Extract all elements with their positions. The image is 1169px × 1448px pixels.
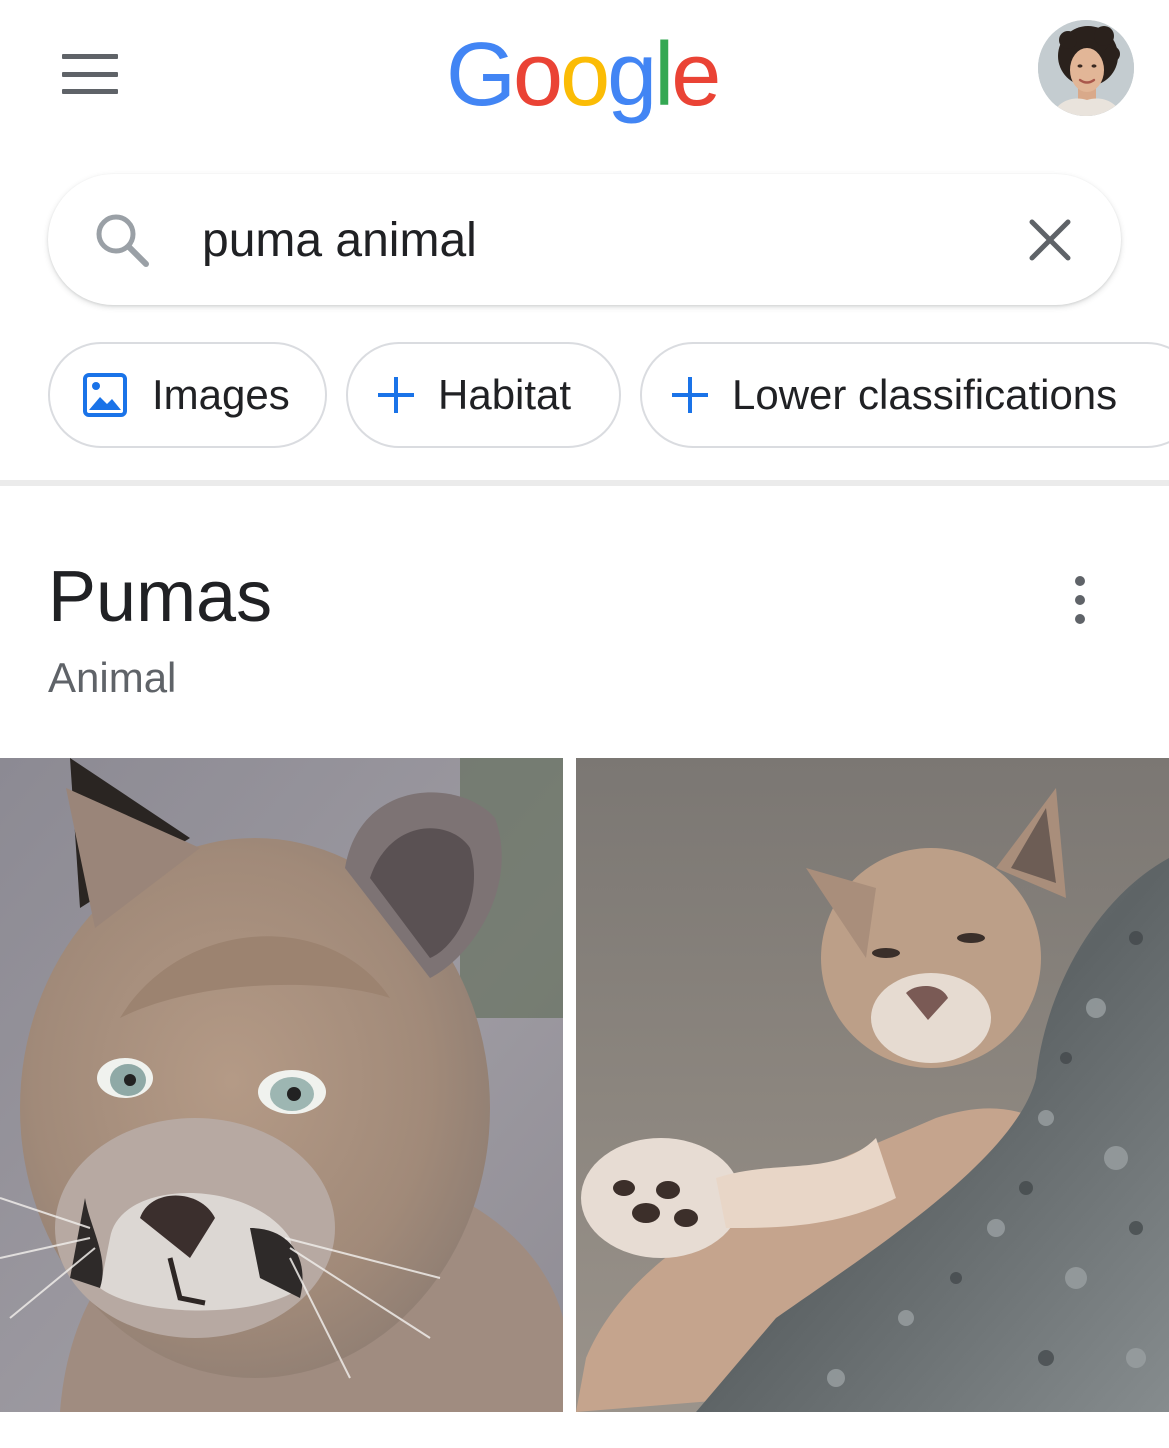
hamburger-menu-icon[interactable]	[62, 54, 118, 94]
logo-letter: e	[671, 25, 721, 125]
logo-letter: G	[446, 25, 516, 125]
chip-label: Habitat	[438, 371, 572, 418]
chip-lower-classifications[interactable]: Lower classifications	[640, 342, 1169, 448]
chip-images[interactable]: Images	[48, 342, 327, 448]
puma-rock-image	[576, 758, 1169, 1412]
puma-lying-on-rock-photo[interactable]	[576, 758, 1169, 1412]
search-input[interactable]	[202, 206, 982, 276]
section-divider	[0, 480, 1169, 486]
search-icon[interactable]	[92, 210, 152, 270]
puma-face-image	[0, 758, 563, 1412]
puma-face-photo[interactable]	[0, 758, 563, 1412]
logo-letter: o	[513, 25, 563, 125]
close-icon[interactable]	[1022, 212, 1078, 268]
logo-letter: l	[654, 25, 674, 125]
knowledge-panel-subtitle: Animal	[48, 654, 177, 701]
image-icon	[83, 373, 127, 417]
google-logo[interactable]: Google	[446, 20, 721, 130]
google-search-page: Google puma animal Images Habitat Lower …	[0, 0, 1169, 1448]
logo-letter: o	[560, 25, 610, 125]
chip-label: Images	[152, 371, 290, 418]
chip-habitat[interactable]: Habitat	[346, 342, 621, 448]
more-vert-icon[interactable]	[1066, 576, 1094, 624]
chip-label: Lower classifications	[732, 371, 1118, 418]
plus-icon	[378, 377, 414, 413]
logo-letter: g	[607, 25, 657, 125]
avatar-portrait	[1038, 20, 1134, 116]
plus-icon	[672, 377, 708, 413]
knowledge-panel-title: Pumas	[48, 557, 273, 637]
user-avatar[interactable]	[1038, 20, 1134, 116]
